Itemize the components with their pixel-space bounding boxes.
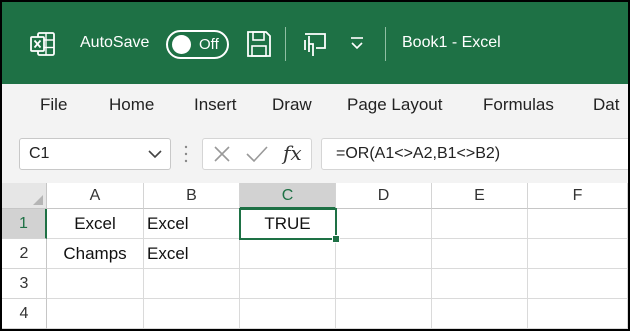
excel-window: AutoSave Off Book1 - Excel File Home Ins… — [2, 2, 628, 329]
column-header-f[interactable]: F — [528, 183, 628, 209]
cell-b2[interactable]: Excel — [144, 239, 240, 269]
tab-data[interactable]: Dat — [593, 95, 619, 115]
cell-d3[interactable] — [336, 269, 432, 299]
row-header-1[interactable]: 1 — [2, 209, 47, 239]
cell-d4[interactable] — [336, 299, 432, 329]
name-box-value: C1 — [29, 145, 50, 162]
cell-c1[interactable]: TRUE — [240, 209, 336, 239]
chevron-down-icon[interactable] — [148, 148, 162, 160]
autosave-toggle[interactable]: Off — [166, 30, 229, 59]
name-box[interactable]: C1 — [19, 138, 171, 170]
formula-input[interactable]: =OR(A1<>A2,B1<>B2) — [321, 138, 628, 170]
resize-handle-icon[interactable] — [184, 144, 188, 164]
cell-c4[interactable] — [240, 299, 336, 329]
cell-c3[interactable] — [240, 269, 336, 299]
row-header-3[interactable]: 3 — [2, 269, 47, 299]
save-icon[interactable] — [246, 30, 272, 58]
cell-a4[interactable] — [47, 299, 144, 329]
cell-b1[interactable]: Excel — [144, 209, 240, 239]
tab-draw[interactable]: Draw — [272, 95, 312, 115]
cell-f2[interactable] — [528, 239, 628, 269]
fill-handle[interactable] — [332, 235, 340, 243]
cell-f4[interactable] — [528, 299, 628, 329]
autosave-label: AutoSave — [80, 34, 150, 51]
formula-bar: C1 fx =OR(A1<>A2,B1<>B2) — [2, 127, 628, 183]
cell-f3[interactable] — [528, 269, 628, 299]
cell-e2[interactable] — [432, 239, 528, 269]
cell-d1[interactable] — [336, 209, 432, 239]
cell-a3[interactable] — [47, 269, 144, 299]
column-header-a[interactable]: A — [47, 183, 144, 209]
cancel-icon[interactable] — [213, 145, 231, 163]
cell-c2[interactable] — [240, 239, 336, 269]
formula-text: =OR(A1<>A2,B1<>B2) — [336, 145, 501, 162]
tab-formulas[interactable]: Formulas — [483, 95, 554, 115]
tab-home[interactable]: Home — [109, 95, 154, 115]
cell-a1[interactable]: Excel — [47, 209, 144, 239]
row-header-4[interactable]: 4 — [2, 299, 47, 329]
title-bar: AutoSave Off Book1 - Excel — [2, 2, 628, 84]
cell-e3[interactable] — [432, 269, 528, 299]
row-header-2[interactable]: 2 — [2, 239, 47, 269]
cell-b3[interactable] — [144, 269, 240, 299]
cell-f1[interactable] — [528, 209, 628, 239]
toggle-knob — [172, 35, 191, 54]
tab-page-layout[interactable]: Page Layout — [347, 95, 442, 115]
enter-icon[interactable] — [245, 145, 269, 163]
separator — [285, 27, 286, 61]
column-header-e[interactable]: E — [432, 183, 528, 209]
tab-file[interactable]: File — [40, 95, 67, 115]
customize-qat-icon[interactable] — [348, 32, 366, 54]
ribbon-tabs: File Home Insert Draw Page Layout Formul… — [2, 84, 628, 127]
document-title: Book1 - Excel — [402, 34, 501, 51]
column-header-b[interactable]: B — [144, 183, 240, 209]
select-all-button[interactable] — [2, 183, 47, 209]
cell-b4[interactable] — [144, 299, 240, 329]
cell-d2[interactable] — [336, 239, 432, 269]
cell-e4[interactable] — [432, 299, 528, 329]
column-header-c[interactable]: C — [240, 183, 336, 209]
excel-logo-icon — [30, 32, 55, 56]
column-header-d[interactable]: D — [336, 183, 432, 209]
separator — [385, 27, 386, 61]
fx-icon[interactable]: fx — [283, 141, 302, 165]
tab-insert[interactable]: Insert — [194, 95, 237, 115]
autosave-state: Off — [199, 36, 219, 53]
touch-mode-icon[interactable] — [300, 30, 328, 58]
worksheet-grid: A B C D E F 1 2 3 4 Excel Excel TRUE Cha… — [2, 183, 628, 329]
formula-controls: fx — [202, 138, 312, 170]
select-all-triangle-icon — [33, 195, 43, 205]
cell-a2[interactable]: Champs — [47, 239, 144, 269]
cell-e1[interactable] — [432, 209, 528, 239]
